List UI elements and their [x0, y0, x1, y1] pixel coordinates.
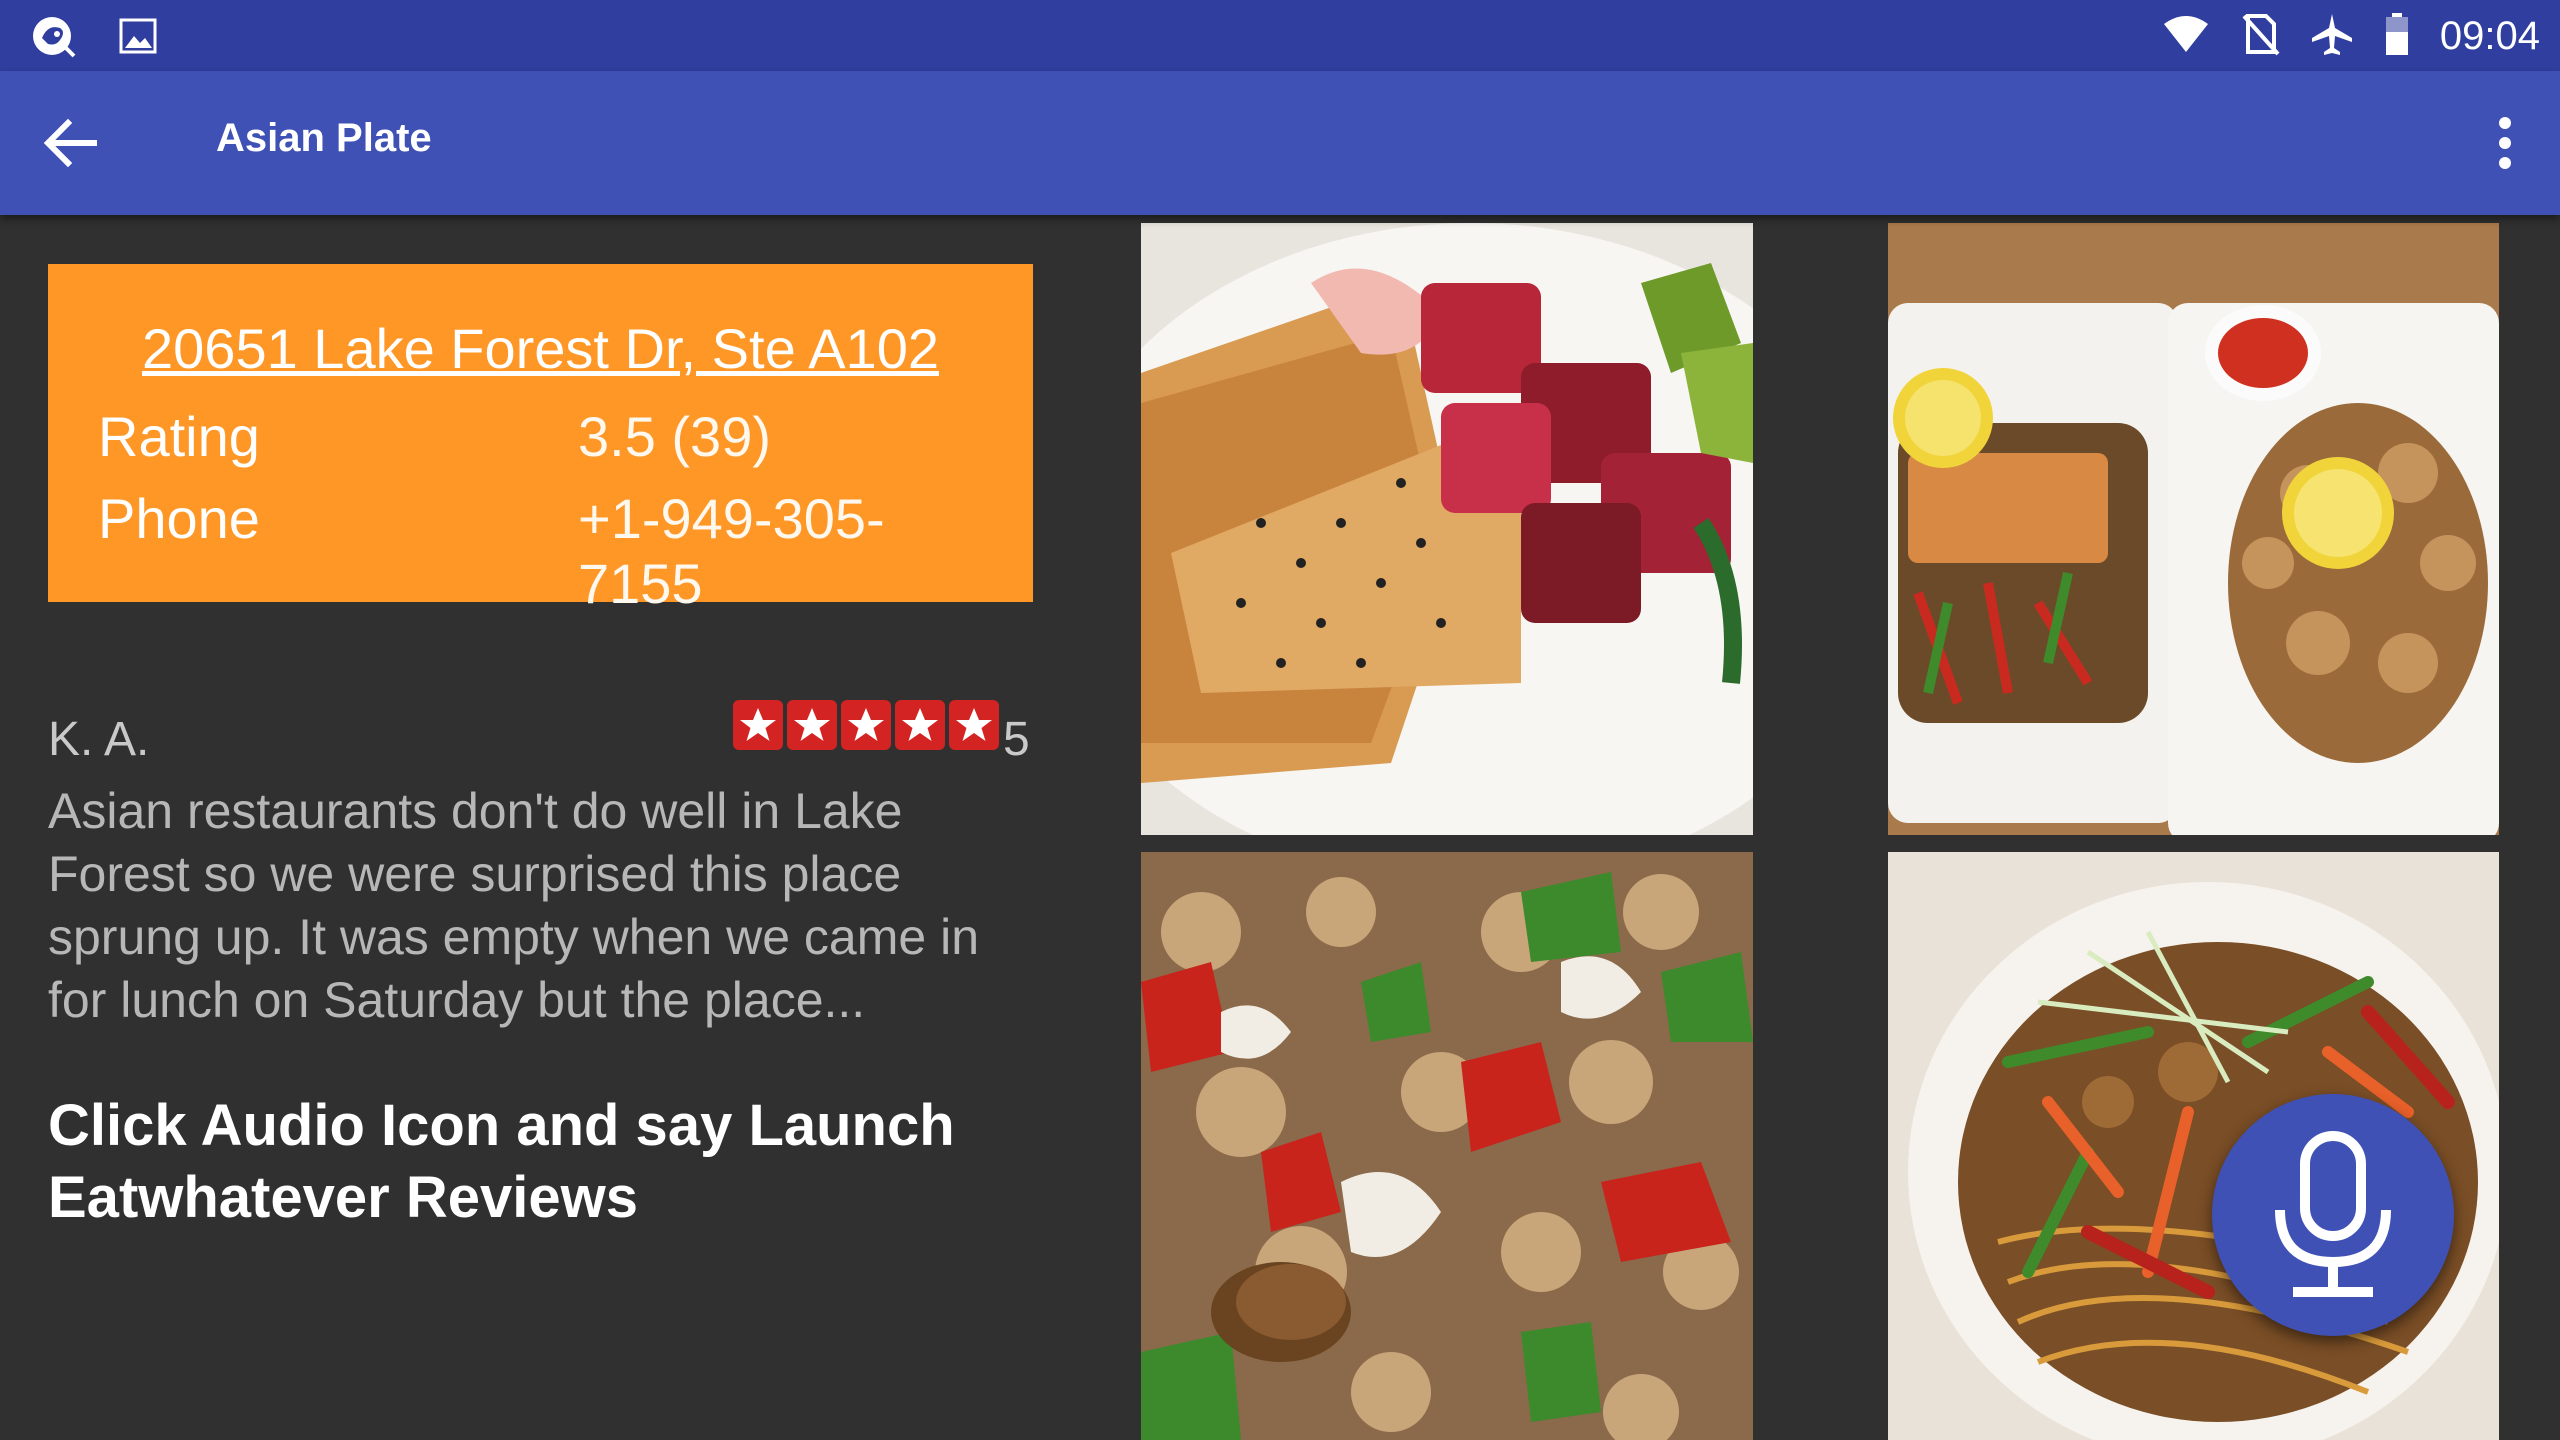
image-icon: [118, 16, 158, 60]
status-bar-left: [30, 12, 158, 64]
status-bar-time: 09:04: [2439, 13, 2540, 58]
status-bar: 09:04: [0, 0, 2560, 71]
star-icon: [733, 700, 783, 750]
rating-value: 3.5 (39): [578, 405, 771, 468]
airplane-mode-icon: [2310, 12, 2354, 60]
status-bar-right: 09:04: [2162, 10, 2540, 62]
more-vert-icon: [2499, 117, 2511, 169]
address-link[interactable]: 20651 Lake Forest Dr, Ste A102: [48, 316, 1033, 381]
rating-label: Rating: [98, 405, 260, 468]
voice-instruction: Click Audio Icon and say Launch Eatwhate…: [48, 1093, 955, 1230]
arrow-back-icon: [43, 118, 97, 168]
star-icon: [949, 700, 999, 750]
star-icon: [895, 700, 945, 750]
wifi-icon: [2162, 14, 2210, 58]
back-button[interactable]: [40, 107, 130, 179]
microphone-button[interactable]: [2212, 1094, 2454, 1336]
phone-label: Phone: [98, 487, 260, 550]
no-sim-icon: [2240, 12, 2280, 60]
app-toolbar: Asian Plate: [0, 71, 2560, 215]
star-icon: [787, 700, 837, 750]
review-author: K. A.: [48, 713, 150, 766]
app-notification-icon: [30, 12, 78, 64]
battery-icon: [2384, 12, 2410, 60]
microphone-icon: [2275, 1131, 2391, 1297]
review-stars-count: 5: [1003, 713, 1030, 766]
review-text: Asian restaurants don't do well in Lake …: [48, 783, 980, 1028]
star-icon: [841, 700, 891, 750]
review-star-rating: [733, 700, 999, 750]
food-photo-3[interactable]: [1141, 852, 1753, 1440]
food-photo-2[interactable]: [1888, 223, 2499, 835]
page-title: Asian Plate: [216, 116, 432, 160]
restaurant-info-card: 20651 Lake Forest Dr, Ste A102 Rating 3.…: [48, 264, 1033, 615]
food-photo-1[interactable]: [1141, 223, 1753, 835]
phone-value[interactable]: +1-949-305-7155: [578, 486, 998, 616]
overflow-menu-button[interactable]: [2490, 107, 2520, 179]
